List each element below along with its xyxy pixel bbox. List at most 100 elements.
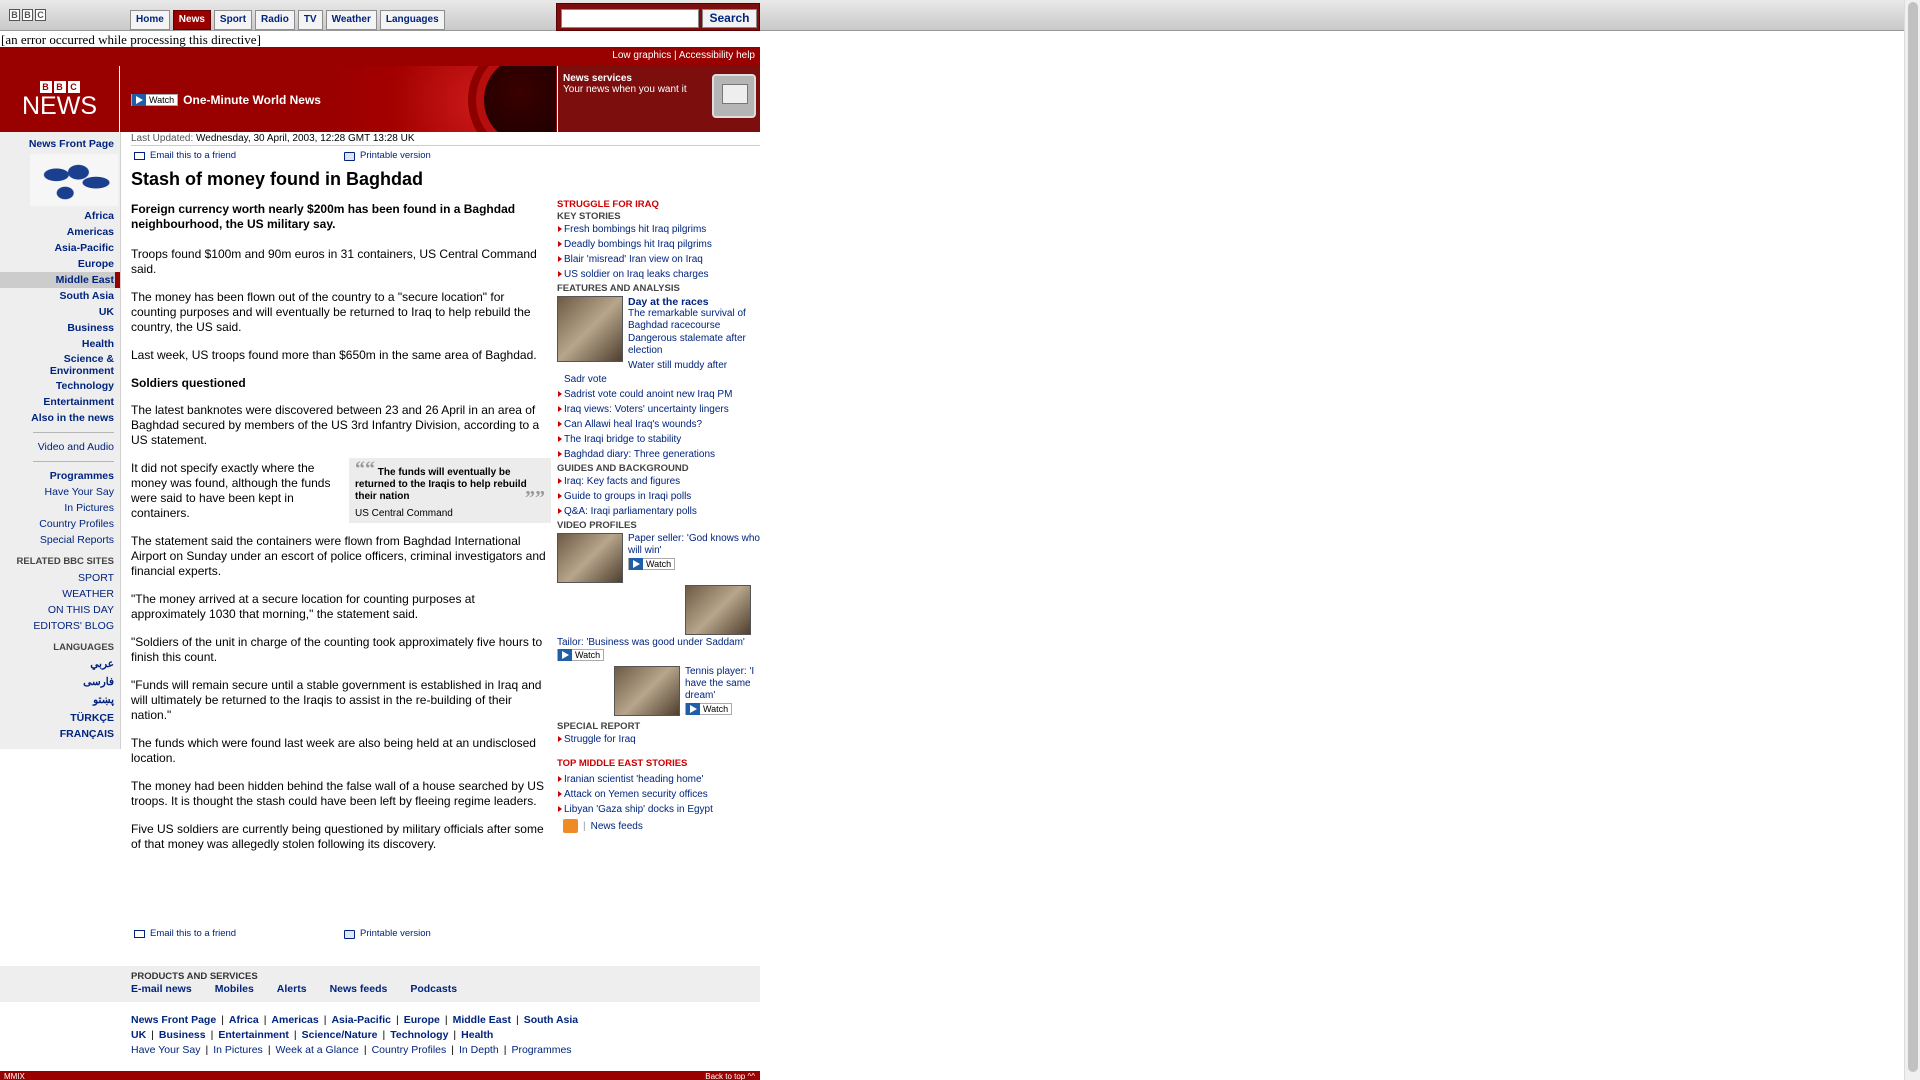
footer-link[interactable]: Science/Nature bbox=[302, 1028, 378, 1043]
nav-in-pictures[interactable]: In Pictures bbox=[0, 500, 120, 516]
feature-link[interactable]: Water still muddy after bbox=[628, 360, 760, 372]
nav-europe[interactable]: Europe bbox=[0, 256, 120, 272]
related-on-this-day[interactable]: ON THIS DAY bbox=[0, 602, 120, 618]
news-feeds-link[interactable]: News feeds bbox=[591, 821, 643, 832]
nav-americas[interactable]: Americas bbox=[0, 224, 120, 240]
tab-weather[interactable]: Weather bbox=[325, 10, 377, 30]
footer-link[interactable]: Asia-Pacific bbox=[331, 1013, 391, 1028]
low-graphics-link[interactable]: Low graphics bbox=[612, 50, 671, 61]
nav-also-in-the-news[interactable]: Also in the news bbox=[0, 410, 120, 426]
races-photo[interactable] bbox=[557, 296, 623, 362]
one-minute-news-link[interactable]: One-Minute World News bbox=[183, 93, 321, 107]
footer-link[interactable]: South Asia bbox=[524, 1013, 578, 1028]
nav-health[interactable]: Health bbox=[0, 336, 120, 352]
guide-link[interactable]: Guide to groups in Iraqi polls bbox=[557, 490, 760, 503]
footer-link[interactable]: Africa bbox=[229, 1013, 259, 1028]
video-link[interactable]: Tennis player: 'I have the same dream' bbox=[685, 666, 760, 702]
related-sport[interactable]: SPORT bbox=[0, 570, 120, 586]
tab-tv[interactable]: TV bbox=[297, 10, 323, 30]
printable-version-link[interactable]: Printable version bbox=[360, 148, 431, 164]
feature-story-link[interactable]: Can Allawi heal Iraq's wounds? bbox=[557, 418, 760, 431]
key-story-link[interactable]: US soldier on Iraq leaks charges bbox=[557, 268, 760, 281]
search-button[interactable]: Search bbox=[702, 9, 757, 28]
related-weather[interactable]: WEATHER bbox=[0, 586, 120, 602]
nav-south-asia[interactable]: South Asia bbox=[0, 288, 120, 304]
nav-news-front-page[interactable]: News Front Page bbox=[0, 136, 120, 152]
product-email-news[interactable]: E-mail news bbox=[131, 983, 192, 995]
footer-link[interactable]: In Depth bbox=[459, 1043, 499, 1058]
key-story-link[interactable]: Fresh bombings hit Iraq pilgrims bbox=[557, 223, 760, 236]
feature-link-continued[interactable]: Sadr vote bbox=[557, 373, 760, 386]
video-thumbnail[interactable] bbox=[557, 533, 623, 583]
footer-link[interactable]: Technology bbox=[390, 1028, 448, 1043]
feature-story-link[interactable]: Baghdad diary: Three generations bbox=[557, 448, 760, 461]
tab-radio[interactable]: Radio bbox=[255, 10, 295, 30]
bbc-news-logo[interactable]: B B C NEWS bbox=[0, 66, 120, 132]
lang-persian[interactable]: فارسی bbox=[0, 674, 120, 692]
vertical-scrollbar[interactable] bbox=[1904, 0, 1920, 1080]
bbc-logo[interactable]: B B C bbox=[9, 9, 46, 21]
nav-have-your-say[interactable]: Have Your Say bbox=[0, 484, 120, 500]
guide-link[interactable]: Iraq: Key facts and figures bbox=[557, 475, 760, 488]
top-story-link[interactable]: Libyan 'Gaza ship' docks in Egypt bbox=[557, 803, 760, 816]
footer-link[interactable]: Health bbox=[461, 1028, 493, 1043]
product-news-feeds[interactable]: News feeds bbox=[330, 983, 388, 995]
search-input[interactable] bbox=[561, 9, 699, 28]
product-mobiles[interactable]: Mobiles bbox=[215, 983, 254, 995]
footer-link[interactable]: UK bbox=[131, 1028, 146, 1043]
video-link[interactable]: Paper seller: 'God knows who will win' bbox=[628, 533, 760, 557]
feature-title-link[interactable]: Day at the races bbox=[628, 296, 760, 308]
key-story-link[interactable]: Deadly bombings hit Iraq pilgrims bbox=[557, 238, 760, 251]
watch-button[interactable]: Watch bbox=[628, 558, 676, 570]
footer-link[interactable]: Have Your Say bbox=[131, 1043, 200, 1058]
special-report-link[interactable]: Struggle for Iraq bbox=[557, 733, 760, 746]
lang-pashto[interactable]: پښتو bbox=[0, 692, 120, 710]
video-link[interactable]: Tailor: 'Business was good under Saddam' bbox=[557, 637, 760, 649]
watch-button[interactable]: Watch bbox=[557, 649, 605, 661]
scrollbar-thumb[interactable] bbox=[1908, 2, 1918, 1072]
tab-languages[interactable]: Languages bbox=[379, 10, 445, 30]
footer-link[interactable]: Europe bbox=[404, 1013, 440, 1028]
nav-video-audio[interactable]: Video and Audio bbox=[0, 439, 120, 455]
news-services-promo[interactable]: News services Your news when you want it bbox=[557, 66, 760, 132]
product-podcasts[interactable]: Podcasts bbox=[410, 983, 457, 995]
footer-link[interactable]: Country Profiles bbox=[372, 1043, 447, 1058]
nav-special-reports[interactable]: Special Reports bbox=[0, 532, 120, 548]
watch-button[interactable]: Watch bbox=[685, 703, 733, 715]
guide-link[interactable]: Q&A: Iraqi parliamentary polls bbox=[557, 505, 760, 518]
email-friend-link[interactable]: Email this to a friend bbox=[150, 148, 236, 164]
accessibility-help-link[interactable]: Accessibility help bbox=[679, 50, 755, 61]
footer-link[interactable]: News Front Page bbox=[131, 1013, 216, 1028]
nav-programmes[interactable]: Programmes bbox=[0, 468, 120, 484]
feature-story-link[interactable]: Iraq views: Voters' uncertainty lingers bbox=[557, 403, 760, 416]
footer-link[interactable]: Americas bbox=[271, 1013, 318, 1028]
nav-middle-east[interactable]: Middle East bbox=[0, 272, 120, 288]
email-friend-link[interactable]: Email this to a friend bbox=[150, 926, 236, 942]
top-story-link[interactable]: Attack on Yemen security offices bbox=[557, 788, 760, 801]
nav-uk[interactable]: UK bbox=[0, 304, 120, 320]
related-editors-blog[interactable]: EDITORS' BLOG bbox=[0, 618, 120, 634]
watch-button[interactable]: Watch bbox=[131, 94, 179, 106]
tab-sport[interactable]: Sport bbox=[213, 10, 253, 30]
nav-technology[interactable]: Technology bbox=[0, 378, 120, 394]
nav-business[interactable]: Business bbox=[0, 320, 120, 336]
footer-link[interactable]: Programmes bbox=[511, 1043, 571, 1058]
lang-arabic[interactable]: عربي bbox=[0, 656, 120, 674]
product-alerts[interactable]: Alerts bbox=[277, 983, 307, 995]
tab-home[interactable]: Home bbox=[130, 10, 170, 30]
lang-french[interactable]: FRANÇAIS bbox=[0, 726, 120, 742]
video-thumbnail[interactable] bbox=[685, 585, 751, 635]
rss-icon[interactable] bbox=[563, 819, 578, 833]
footer-link[interactable]: Week at a Glance bbox=[276, 1043, 359, 1058]
footer-link[interactable]: Business bbox=[159, 1028, 206, 1043]
nav-country-profiles[interactable]: Country Profiles bbox=[0, 516, 120, 532]
nav-science-environment[interactable]: Science & Environment bbox=[0, 352, 120, 378]
top-story-link[interactable]: Iranian scientist 'heading home' bbox=[557, 773, 760, 786]
feature-link[interactable]: Dangerous stalemate after election bbox=[628, 333, 760, 357]
feature-story-link[interactable]: Sadrist vote could anoint new Iraq PM bbox=[557, 388, 760, 401]
nav-entertainment[interactable]: Entertainment bbox=[0, 394, 120, 410]
footer-link[interactable]: Middle East bbox=[453, 1013, 511, 1028]
video-thumbnail[interactable] bbox=[614, 666, 680, 716]
back-to-top-link[interactable]: Back to top ^^ bbox=[705, 1071, 755, 1080]
nav-africa[interactable]: Africa bbox=[0, 208, 120, 224]
